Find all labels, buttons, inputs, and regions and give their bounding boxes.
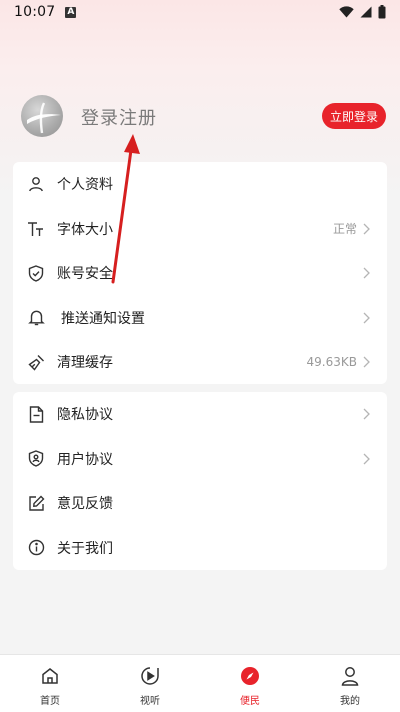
settings-row-label: 个人资料: [57, 177, 113, 194]
chevron-right-icon: [363, 311, 373, 325]
settings-row-label: 清理缓存: [57, 355, 113, 372]
settings-row-label: 意见反馈: [57, 496, 113, 513]
settings-row-feedback[interactable]: 意见反馈: [13, 481, 387, 526]
settings-row-label: 推送通知设置: [61, 310, 145, 327]
shield-user-icon: [27, 450, 45, 468]
font-size-icon: [27, 220, 45, 238]
settings-row-font-size[interactable]: 字体大小 正常: [13, 207, 387, 252]
settings-row-privacy-policy[interactable]: 隐私协议: [13, 392, 387, 437]
settings-row-clear-cache[interactable]: 清理缓存 49.63KB: [13, 340, 387, 385]
settings-row-label: 用户协议: [57, 451, 113, 468]
bottom-nav: 首页 视听 便民 我的: [0, 654, 400, 712]
nav-item-services[interactable]: 便民: [200, 655, 300, 712]
nav-item-mine[interactable]: 我的: [300, 655, 400, 712]
chevron-right-icon: [363, 355, 373, 369]
signal-icon: [360, 6, 372, 18]
compass-icon: [239, 665, 261, 687]
home-icon: [39, 665, 61, 687]
nav-item-home[interactable]: 首页: [0, 655, 100, 712]
chevron-right-icon: [363, 266, 373, 280]
nav-label: 视听: [140, 696, 160, 707]
settings-row-label: 账号安全: [57, 266, 113, 283]
notification-icon: A: [65, 6, 77, 18]
chevron-right-icon: [363, 222, 373, 236]
login-register-link[interactable]: 登录注册: [81, 104, 157, 130]
settings-card-2: 隐私协议 用户协议 意见反馈 关于我们: [13, 392, 387, 570]
user-icon: [27, 175, 45, 193]
login-now-button[interactable]: 立即登录: [322, 103, 386, 129]
settings-row-account-security[interactable]: 账号安全: [13, 251, 387, 296]
chevron-right-icon: [363, 407, 373, 421]
nav-label: 首页: [40, 696, 60, 707]
chevron-right-icon: [363, 452, 373, 466]
play-icon: [139, 665, 161, 687]
avatar[interactable]: [21, 95, 63, 137]
nav-item-media[interactable]: 视听: [100, 655, 200, 712]
settings-card-1: 个人资料 字体大小 正常 账号安全 推送通知设置 清理缓存 49.63KB: [13, 162, 387, 384]
settings-row-user-agreement[interactable]: 用户协议: [13, 437, 387, 482]
status-bar: 10:07 A: [0, 0, 400, 24]
settings-row-label: 关于我们: [57, 540, 113, 557]
info-icon: [27, 539, 45, 557]
settings-row-profile[interactable]: 个人资料: [13, 162, 387, 207]
settings-row-label: 字体大小: [57, 221, 113, 238]
bell-icon: [27, 309, 45, 327]
status-icons: [339, 5, 386, 19]
battery-icon: [378, 5, 386, 19]
wifi-icon: [339, 6, 354, 18]
document-icon: [27, 405, 45, 423]
profile-icon: [339, 665, 361, 687]
shield-check-icon: [27, 264, 45, 282]
cache-size-value: 49.63KB: [306, 355, 357, 370]
nav-label: 我的: [340, 696, 360, 707]
broom-icon: [27, 353, 45, 371]
edit-icon: [27, 494, 45, 512]
settings-row-about-us[interactable]: 关于我们: [13, 526, 387, 571]
settings-row-label: 隐私协议: [57, 407, 113, 424]
font-size-value: 正常: [332, 222, 357, 237]
status-time: 10:07: [14, 4, 56, 20]
avatar-logo-icon: [27, 102, 61, 134]
settings-row-push-notification[interactable]: 推送通知设置: [13, 296, 387, 341]
nav-label: 便民: [240, 696, 260, 707]
